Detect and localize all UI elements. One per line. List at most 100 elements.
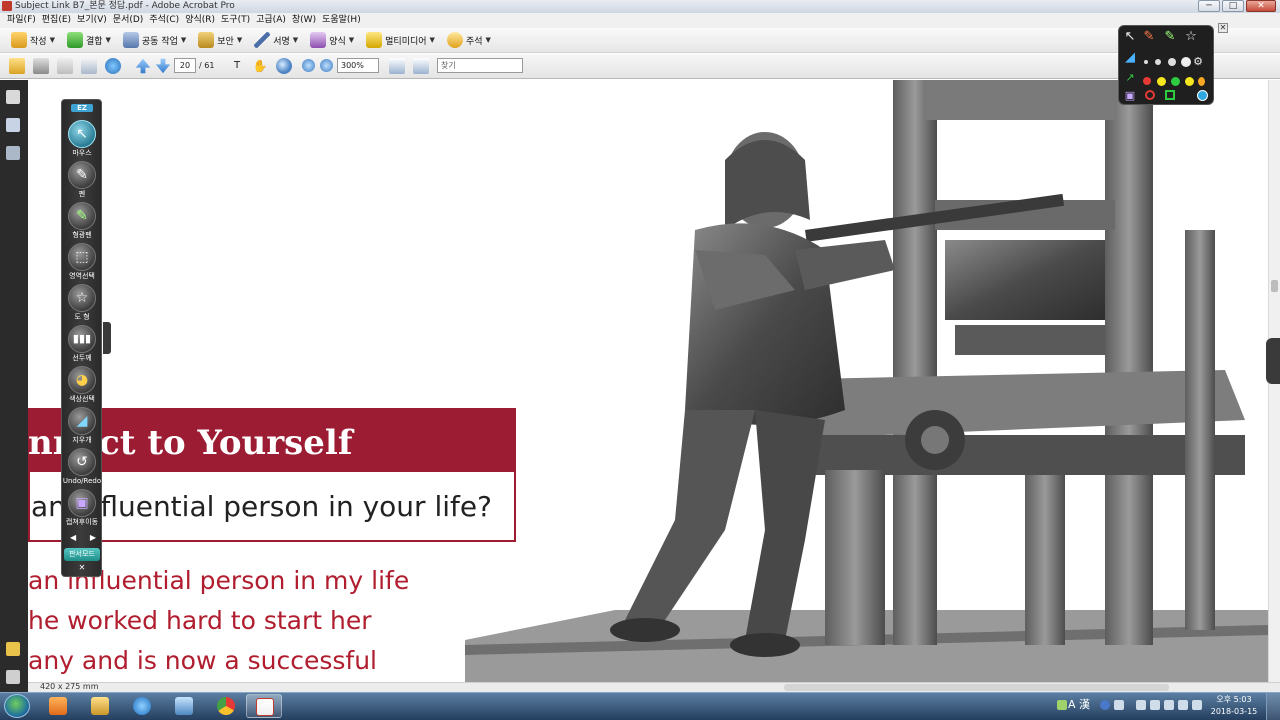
maximize-button[interactable]: □ <box>1222 0 1244 12</box>
taskbar-acrobat[interactable] <box>246 694 282 718</box>
capture-icon[interactable]: ▣ <box>1122 88 1138 104</box>
color-swatch-green[interactable] <box>1171 77 1180 86</box>
star-icon[interactable]: ☆ <box>1183 29 1199 45</box>
arrow-tool-icon[interactable]: ↗ <box>1122 70 1138 86</box>
scrollbar-thumb[interactable] <box>1271 280 1278 292</box>
tray-app-icon[interactable] <box>1164 700 1174 710</box>
comment-button[interactable]: 주석 ▼ <box>444 32 494 48</box>
taskbar-network[interactable] <box>166 694 202 718</box>
globe-icon[interactable] <box>105 58 121 74</box>
secure-button[interactable]: 보안 ▼ <box>195 32 245 48</box>
forms-button[interactable]: 양식 ▼ <box>307 32 357 48</box>
start-button[interactable] <box>4 694 30 718</box>
menu-edit[interactable]: 편집(E) <box>39 13 74 28</box>
menu-forms[interactable]: 양식(R) <box>182 13 218 28</box>
collaborate-button[interactable]: 공동 작업 ▼ <box>120 32 189 48</box>
menu-window[interactable]: 창(W) <box>289 13 319 28</box>
text-select-icon[interactable]: T <box>229 58 245 74</box>
secure-label: 보안 <box>217 36 234 47</box>
settings-gear-icon[interactable]: ⚙ <box>1190 54 1206 70</box>
document-view[interactable]: nnect to Yourself an influential person … <box>28 80 1268 682</box>
menu-help[interactable]: 도움말(H) <box>319 13 364 28</box>
taskbar-media-player[interactable] <box>40 694 76 718</box>
color-swatch-orange[interactable] <box>1198 77 1205 86</box>
highlighter-icon: ✎ <box>76 208 88 224</box>
menu-comments[interactable]: 주석(C) <box>146 13 182 28</box>
create-button[interactable]: 작성 ▼ <box>8 32 58 48</box>
zoom-in-icon[interactable] <box>320 59 333 72</box>
color-swatch-red[interactable] <box>1143 77 1151 85</box>
line-width-thin-dot[interactable] <box>1144 60 1148 64</box>
tray-app-icon[interactable] <box>1150 700 1160 710</box>
color-swatch-yellow[interactable] <box>1157 77 1166 86</box>
volume-icon[interactable] <box>1192 700 1202 710</box>
full-screen-icon[interactable] <box>413 58 429 74</box>
chevron-down-icon: ▼ <box>105 36 111 44</box>
taskbar-chrome[interactable] <box>208 694 244 718</box>
cursor-icon[interactable]: ↖ <box>1122 29 1138 45</box>
menu-tools[interactable]: 도구(T) <box>218 13 253 28</box>
multimedia-button[interactable]: 멀티미디어 ▼ <box>363 32 438 48</box>
find-input[interactable]: 찾기 <box>437 58 523 73</box>
arrow-left-icon[interactable]: ◀ <box>70 533 76 543</box>
combine-button[interactable]: 결합 ▼ <box>64 32 114 48</box>
clock-time[interactable]: 오후 5:03 <box>1210 695 1258 705</box>
menu-document[interactable]: 문서(D) <box>110 13 147 28</box>
page-number-input[interactable]: 20 <box>174 58 196 73</box>
bookmarks-panel-icon[interactable] <box>6 118 20 132</box>
window-title: Subject Link B7_본문 정답.pdf - Adobe Acroba… <box>15 1 235 11</box>
combine-label: 결합 <box>85 36 103 47</box>
horizontal-scrollbar-thumb[interactable] <box>784 684 1169 691</box>
clock-date[interactable]: 2018-03-15 <box>1208 707 1260 717</box>
window-title-bar[interactable]: Subject Link B7_본문 정답.pdf - Adobe Acroba… <box>0 0 1280 13</box>
signatures-panel-icon[interactable] <box>6 146 20 160</box>
line-width-medium-dot[interactable] <box>1155 59 1161 65</box>
menu-bar: 파일(F) 편집(E) 보기(V) 문서(D) 주석(C) 양식(R) 도구(T… <box>0 13 1280 28</box>
ie-icon <box>133 697 151 715</box>
network-status-icon[interactable] <box>1178 700 1188 710</box>
color-ring-red[interactable] <box>1145 90 1155 100</box>
zoom-out-icon[interactable] <box>302 59 315 72</box>
attachments-panel-icon[interactable] <box>6 670 20 684</box>
fit-page-icon[interactable] <box>389 58 405 74</box>
save-icon[interactable] <box>57 58 73 74</box>
show-desktop-button[interactable] <box>1266 693 1280 720</box>
line-width-thick-dot[interactable] <box>1168 58 1176 66</box>
color-swatch-blue[interactable] <box>1197 90 1208 101</box>
sign-button[interactable]: 서명 ▼ <box>251 32 301 48</box>
menu-file[interactable]: 파일(F) <box>4 13 39 28</box>
tray-up-arrow-icon[interactable] <box>1057 700 1067 710</box>
taskbar-internet-explorer[interactable] <box>124 694 160 718</box>
taskbar-explorer[interactable] <box>82 694 118 718</box>
help-icon[interactable] <box>1100 700 1110 710</box>
hand-tool-icon[interactable]: ✋ <box>252 58 268 74</box>
palette-close-button[interactable]: ✕ <box>74 563 90 573</box>
comment-label: 주석 <box>465 36 483 47</box>
line-width-icon: ▮▮▮ <box>72 332 92 345</box>
color-swatch-yellow-2[interactable] <box>1185 77 1194 86</box>
comments-panel-icon[interactable] <box>6 642 20 656</box>
menu-advanced[interactable]: 고급(A) <box>253 13 289 28</box>
side-panel-handle[interactable] <box>1266 338 1280 384</box>
highlighter-icon[interactable]: ✎ <box>1162 29 1178 45</box>
ime-settings-icon[interactable] <box>1114 700 1124 710</box>
minimize-button[interactable]: ─ <box>1198 0 1220 12</box>
arrow-right-icon[interactable]: ▶ <box>90 533 96 543</box>
zoom-tool-icon[interactable] <box>276 58 292 74</box>
open-folder-icon[interactable] <box>9 58 25 74</box>
menu-view[interactable]: 보기(V) <box>74 13 110 28</box>
print-icon[interactable] <box>33 58 49 74</box>
drawing-mode-button[interactable]: 판서모드 <box>64 548 100 561</box>
quick-palette-close-button[interactable]: ✕ <box>1218 23 1228 33</box>
eraser-icon[interactable]: ◢ <box>1122 50 1138 66</box>
pages-panel-icon[interactable] <box>6 90 20 104</box>
tray-app-icon[interactable] <box>1136 700 1146 710</box>
email-icon[interactable] <box>81 58 97 74</box>
color-square-green[interactable] <box>1165 90 1175 100</box>
zoom-level-select[interactable]: 300% <box>337 58 379 73</box>
close-window-button[interactable]: ✕ <box>1246 0 1276 12</box>
chevron-down-icon: ▼ <box>348 36 355 44</box>
pen-icon[interactable]: ✎ <box>1141 29 1157 45</box>
palette-collapse-handle[interactable] <box>103 322 111 354</box>
ime-indicator[interactable]: A 漢 <box>1068 698 1090 712</box>
